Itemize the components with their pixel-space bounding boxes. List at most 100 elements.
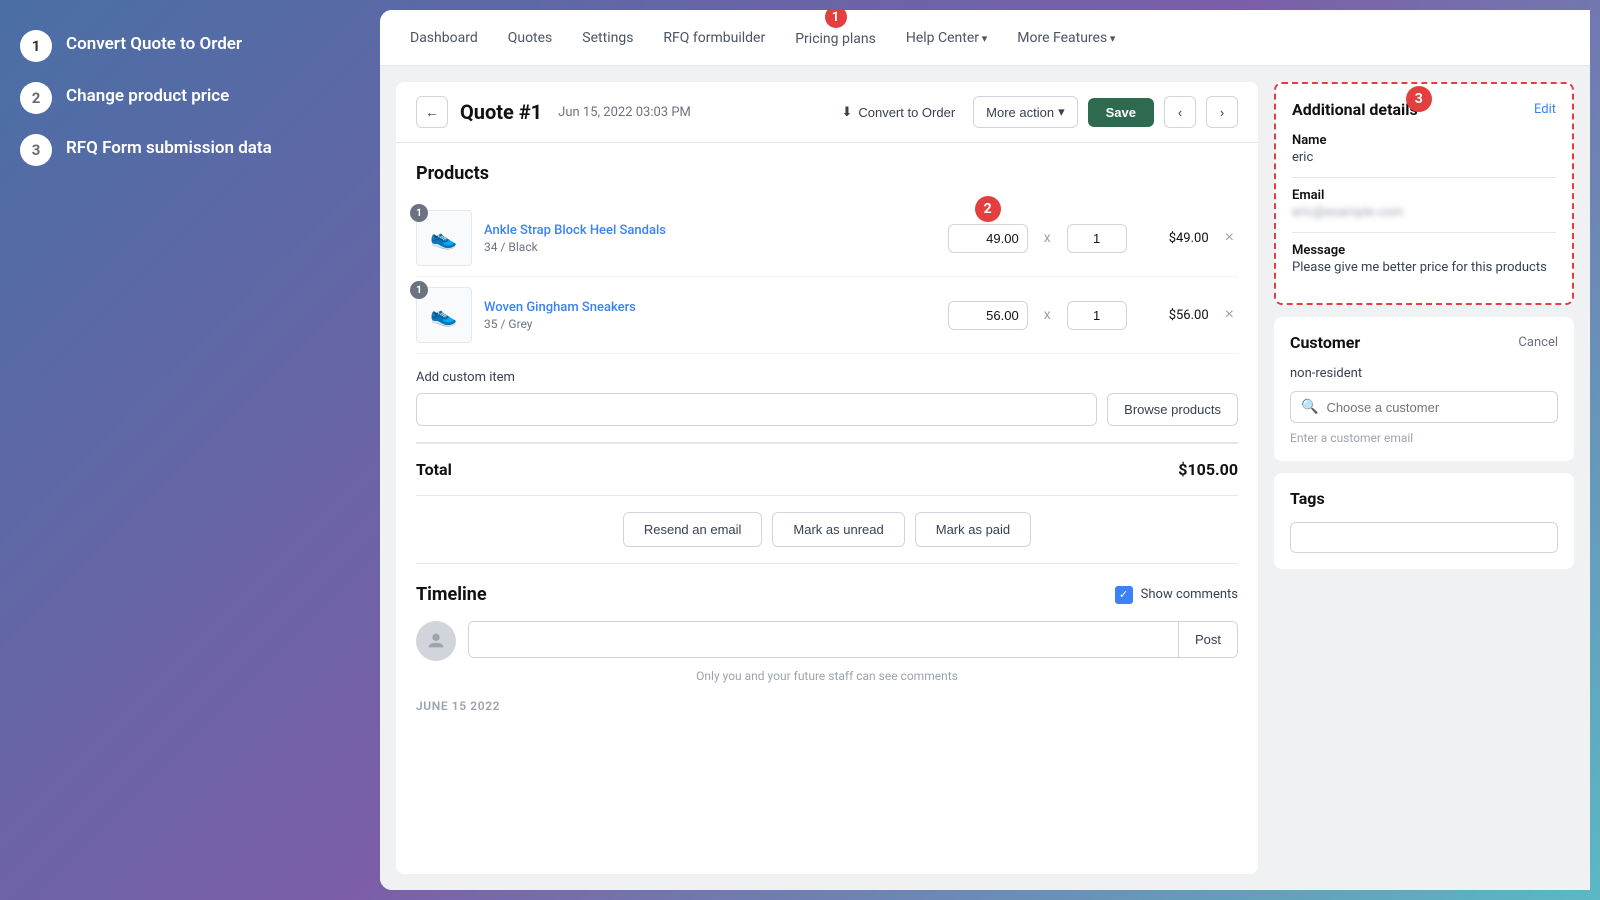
sidebar-item-1[interactable]: 1 Convert Quote to Order [20, 30, 360, 62]
quote-header: ← Quote #1 Jun 15, 2022 03:03 PM ⬇ Conve… [396, 82, 1258, 143]
avatar [416, 621, 456, 661]
product-row-1: 👟 1 Ankle Strap Block Heel Sandals 34 / … [416, 200, 1238, 277]
product-variant-1: 34 / Black [484, 240, 936, 254]
nav-settings[interactable]: Settings [582, 30, 633, 46]
timeline-date-label: JUNE 15 2022 [416, 699, 1238, 713]
nav-help-center[interactable]: Help Center [906, 30, 987, 46]
total-row: Total $105.00 [416, 442, 1238, 496]
more-action-button[interactable]: More action ▾ [973, 96, 1077, 128]
sidebar-item-3[interactable]: 3 RFQ Form submission data [20, 134, 360, 166]
name-label: Name [1292, 133, 1556, 148]
additional-details-card: Additional details 3 Edit Name eric Emai… [1274, 82, 1574, 305]
comment-row: Post [416, 621, 1238, 661]
mark-paid-button[interactable]: Mark as paid [915, 512, 1031, 547]
show-comments-row: ✓ Show comments [1115, 586, 1238, 604]
product-info-1: Ankle Strap Block Heel Sandals 34 / Blac… [484, 223, 936, 254]
product-image-wrap-2: 👟 1 [416, 287, 472, 343]
additional-details-header: Additional details 3 Edit [1292, 100, 1556, 119]
sidebar-badge-3: 3 [20, 134, 52, 166]
add-custom-row: Browse products [416, 393, 1238, 426]
edit-link[interactable]: Edit [1534, 102, 1556, 117]
comment-hint: Only you and your future staff can see c… [416, 669, 1238, 683]
price-badge-container: 2 [948, 224, 1028, 253]
back-button[interactable]: ← [416, 96, 448, 128]
next-button[interactable]: › [1206, 96, 1238, 128]
nav-dashboard[interactable]: Dashboard [410, 30, 478, 46]
nav-pricing-wrap: 1 Pricing plans [795, 28, 876, 47]
convert-to-order-button[interactable]: ⬇ Convert to Order [833, 98, 963, 126]
email-field: Email eric@example.com [1292, 188, 1556, 220]
custom-item-input[interactable] [416, 393, 1097, 426]
browse-products-button[interactable]: Browse products [1107, 393, 1238, 426]
times-sign-2: x [1040, 307, 1055, 323]
content-area: ← Quote #1 Jun 15, 2022 03:03 PM ⬇ Conve… [380, 66, 1590, 890]
timeline-title: Timeline [416, 584, 487, 605]
divider-1 [1292, 177, 1556, 178]
cancel-link[interactable]: Cancel [1518, 335, 1558, 350]
tags-input[interactable] [1290, 522, 1558, 553]
product-qty-input-2[interactable] [1067, 301, 1127, 330]
product-info-2: Woven Gingham Sneakers 35 / Grey [484, 300, 936, 331]
customer-title: Customer [1290, 333, 1360, 352]
main-scroll: Products 👟 1 Ankle Strap Block Heel Sand… [396, 143, 1258, 874]
search-icon: 🔍 [1301, 399, 1318, 415]
product-price-input-1[interactable] [948, 224, 1028, 253]
badge-3-wrap: Additional details 3 [1292, 100, 1418, 119]
product-variant-2: 35 / Grey [484, 317, 936, 331]
times-sign-1: x [1040, 230, 1055, 246]
customer-search-input[interactable] [1326, 400, 1547, 415]
step-badge-3: 3 [1406, 86, 1432, 112]
products-title: Products [416, 163, 1238, 184]
convert-icon: ⬇ [841, 104, 852, 120]
post-button[interactable]: Post [1178, 622, 1237, 657]
remove-product-2[interactable]: × [1221, 302, 1238, 328]
show-comments-checkbox[interactable]: ✓ [1115, 586, 1133, 604]
sidebar-badge-1: 1 [20, 30, 52, 62]
customer-current-value: non-resident [1290, 366, 1558, 381]
convert-label: Convert to Order [858, 105, 955, 120]
add-custom-label: Add custom item [416, 370, 1238, 385]
sidebar: 1 Convert Quote to Order 2 Change produc… [0, 0, 380, 900]
product-total-1: $49.00 [1139, 231, 1209, 246]
action-buttons: Resend an email Mark as unread Mark as p… [416, 496, 1238, 564]
customer-email-hint: Enter a customer email [1290, 431, 1558, 445]
email-value: eric@example.com [1292, 205, 1556, 220]
resend-email-button[interactable]: Resend an email [623, 512, 763, 547]
more-action-label: More action [986, 105, 1054, 120]
comment-input[interactable] [469, 622, 1178, 657]
remove-product-1[interactable]: × [1221, 225, 1238, 251]
step-badge-2: 2 [975, 196, 1001, 222]
customer-search-wrap[interactable]: 🔍 [1290, 391, 1558, 423]
right-panel: Additional details 3 Edit Name eric Emai… [1274, 82, 1574, 874]
message-value: Please give me better price for this pro… [1292, 260, 1556, 275]
prev-button[interactable]: ‹ [1164, 96, 1196, 128]
sidebar-item-2[interactable]: 2 Change product price [20, 82, 360, 114]
customer-card: Customer Cancel non-resident 🔍 Enter a c… [1274, 317, 1574, 461]
more-action-chevron: ▾ [1058, 104, 1065, 120]
quote-date: Jun 15, 2022 03:03 PM [558, 105, 691, 120]
sidebar-label-1: Convert Quote to Order [66, 30, 242, 54]
product-qty-badge-1: 1 [410, 204, 428, 222]
save-button[interactable]: Save [1088, 98, 1154, 127]
header-actions: ⬇ Convert to Order More action ▾ Save ‹ … [833, 96, 1238, 128]
nav-pricing-plans[interactable]: Pricing plans [795, 31, 876, 47]
product-qty-input-1[interactable] [1067, 224, 1127, 253]
product-name-2[interactable]: Woven Gingham Sneakers [484, 300, 936, 315]
total-amount: $105.00 [1178, 460, 1238, 479]
tags-title: Tags [1290, 489, 1325, 508]
total-label: Total [416, 460, 452, 479]
message-field: Message Please give me better price for … [1292, 243, 1556, 275]
mark-unread-button[interactable]: Mark as unread [772, 512, 904, 547]
nav-rfq-formbuilder[interactable]: RFQ formbuilder [663, 30, 765, 46]
sidebar-label-3: RFQ Form submission data [66, 134, 272, 158]
customer-header: Customer Cancel [1290, 333, 1558, 352]
nav-quotes[interactable]: Quotes [508, 30, 553, 46]
comment-input-wrap: Post [468, 621, 1238, 658]
tags-header: Tags [1290, 489, 1558, 508]
product-row-2: 👟 1 Woven Gingham Sneakers 35 / Grey x $… [416, 277, 1238, 354]
product-name-1[interactable]: Ankle Strap Block Heel Sandals [484, 223, 936, 238]
product-price-input-2[interactable] [948, 301, 1028, 330]
nav-more-features[interactable]: More Features [1017, 30, 1115, 46]
add-custom-section: Add custom item Browse products [416, 354, 1238, 442]
sidebar-badge-2: 2 [20, 82, 52, 114]
